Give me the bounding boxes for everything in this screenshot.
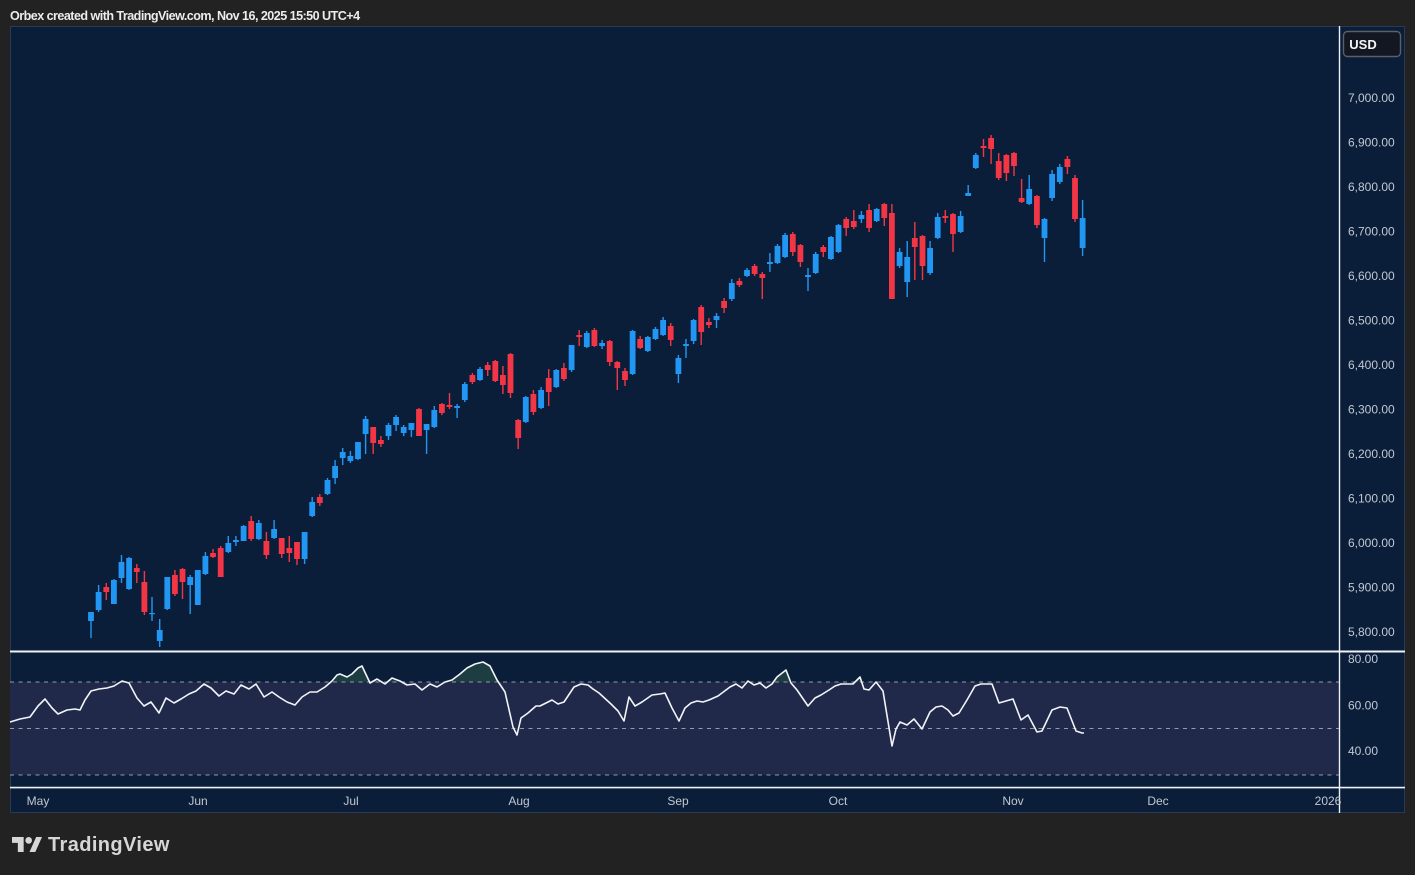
svg-text:Aug: Aug [508,794,529,808]
svg-text:7,000.00: 7,000.00 [1348,91,1395,105]
svg-text:Jul: Jul [343,794,358,808]
svg-text:6,900.00: 6,900.00 [1348,136,1395,150]
svg-text:May: May [27,794,50,808]
svg-text:6,100.00: 6,100.00 [1348,492,1395,506]
svg-text:5,800.00: 5,800.00 [1348,625,1395,639]
svg-text:6,800.00: 6,800.00 [1348,180,1395,194]
svg-text:6,300.00: 6,300.00 [1348,403,1395,417]
svg-text:USD: USD [1349,37,1376,52]
svg-text:Dec: Dec [1147,794,1168,808]
svg-text:2026: 2026 [1315,794,1342,808]
svg-text:Orbex created with TradingView: Orbex created with TradingView.com, Nov … [10,9,360,23]
svg-text:TradingView: TradingView [48,834,170,856]
svg-text:6,500.00: 6,500.00 [1348,314,1395,328]
svg-text:6,600.00: 6,600.00 [1348,269,1395,283]
svg-text:6,200.00: 6,200.00 [1348,447,1395,461]
svg-text:5,900.00: 5,900.00 [1348,581,1395,595]
svg-text:60.00: 60.00 [1348,699,1378,713]
svg-text:Jun: Jun [188,794,207,808]
svg-text:6,400.00: 6,400.00 [1348,358,1395,372]
svg-text:40.00: 40.00 [1348,744,1378,758]
svg-text:6,000.00: 6,000.00 [1348,536,1395,550]
svg-text:Nov: Nov [1002,794,1023,808]
svg-text:80.00: 80.00 [1348,652,1378,666]
svg-text:Oct: Oct [829,794,848,808]
svg-text:6,700.00: 6,700.00 [1348,225,1395,239]
svg-text:Sep: Sep [667,794,689,808]
